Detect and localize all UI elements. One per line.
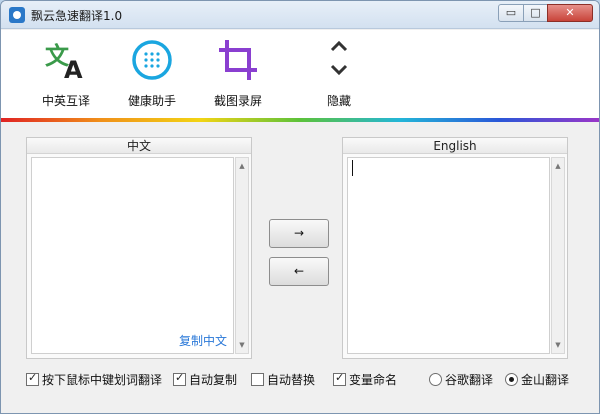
window-title: 飘云急速翻译1.0 [31, 9, 123, 23]
maximize-button[interactable]: □ [523, 4, 548, 22]
engine-jinshan-label: 金山翻译 [521, 372, 570, 387]
toolbar-health-button[interactable]: 健康助手 [117, 36, 187, 109]
app-window: 飘云急速翻译1.0 ▭ □ ✕ 文 A 中英互译 健康助手 截图录屏 隐藏 中文… [0, 0, 600, 414]
toolbar-screenshot-button[interactable]: 截图录屏 [203, 36, 273, 109]
auto-replace-checkbox[interactable]: 自动替换 [251, 369, 315, 389]
health-dots-icon [117, 36, 187, 84]
toolbar-translate-button[interactable]: 文 A 中英互译 [31, 36, 101, 109]
chinese-scrollbar[interactable]: ▲ ▼ [235, 157, 249, 354]
crop-icon [203, 36, 273, 84]
hotkey-translate-label: 按下鼠标中键划词翻译 [42, 372, 163, 387]
translate-to-english-button[interactable]: → [269, 219, 329, 248]
toolbar: 文 A 中英互译 健康助手 截图录屏 隐藏 [1, 30, 599, 118]
minimize-button[interactable]: ▭ [498, 4, 524, 22]
english-scrollbar[interactable]: ▲ ▼ [551, 157, 565, 354]
app-logo-icon [9, 7, 25, 23]
copy-chinese-link[interactable]: 复制中文 [179, 332, 227, 349]
chevron-up-down-icon [304, 36, 374, 84]
auto-copy-label: 自动复制 [189, 372, 238, 387]
english-text-area[interactable] [347, 157, 550, 354]
checkbox-unchecked-icon[interactable] [251, 372, 264, 386]
checkbox-checked-icon[interactable] [333, 371, 346, 386]
toolbar-health-label: 健康助手 [127, 94, 176, 108]
scroll-up-arrow-icon[interactable]: ▲ [552, 160, 564, 172]
hotkey-translate-checkbox[interactable]: 按下鼠标中键划词翻译 [26, 369, 162, 389]
translate-icon: 文 A [31, 36, 101, 84]
toolbar-hide-label: 隐藏 [326, 94, 351, 108]
translate-to-chinese-button[interactable]: ← [269, 257, 329, 286]
checkbox-checked-icon[interactable] [173, 371, 186, 386]
auto-replace-label: 自动替换 [267, 372, 316, 387]
scroll-up-arrow-icon[interactable]: ▲ [236, 160, 248, 172]
engine-jinshan-radio[interactable]: 金山翻译 [505, 369, 569, 389]
engine-google-radio[interactable]: 谷歌翻译 [429, 369, 493, 389]
chinese-text-area[interactable]: 复制中文 [31, 157, 234, 354]
checkbox-checked-icon[interactable] [26, 371, 39, 386]
toolbar-hide-button[interactable]: 隐藏 [304, 36, 374, 109]
var-naming-checkbox[interactable]: 变量命名 [333, 369, 397, 389]
toolbar-translate-label: 中英互译 [41, 94, 90, 108]
scroll-down-arrow-icon[interactable]: ▼ [236, 339, 248, 351]
var-naming-label: 变量命名 [349, 372, 398, 387]
radio-unselected-icon[interactable] [429, 372, 442, 386]
options-bar: 按下鼠标中键划词翻译 自动复制 自动替换 变量命名 谷歌翻译 金山翻译 [1, 369, 599, 393]
toolbar-screenshot-label: 截图录屏 [213, 94, 262, 108]
radio-selected-icon[interactable] [505, 372, 518, 386]
english-panel-header: English [343, 138, 567, 154]
engine-google-label: 谷歌翻译 [445, 372, 494, 387]
rainbow-divider [1, 118, 599, 122]
title-bar: 飘云急速翻译1.0 ▭ □ ✕ [1, 1, 599, 29]
chinese-panel: 中文 复制中文 ▲ ▼ [26, 137, 252, 359]
english-panel: English ▲ ▼ [342, 137, 568, 359]
close-button[interactable]: ✕ [547, 4, 593, 22]
scroll-down-arrow-icon[interactable]: ▼ [552, 339, 564, 351]
svg-text:A: A [64, 56, 83, 84]
auto-copy-checkbox[interactable]: 自动复制 [173, 369, 237, 389]
text-caret [352, 160, 353, 176]
chinese-panel-header: 中文 [27, 138, 251, 154]
